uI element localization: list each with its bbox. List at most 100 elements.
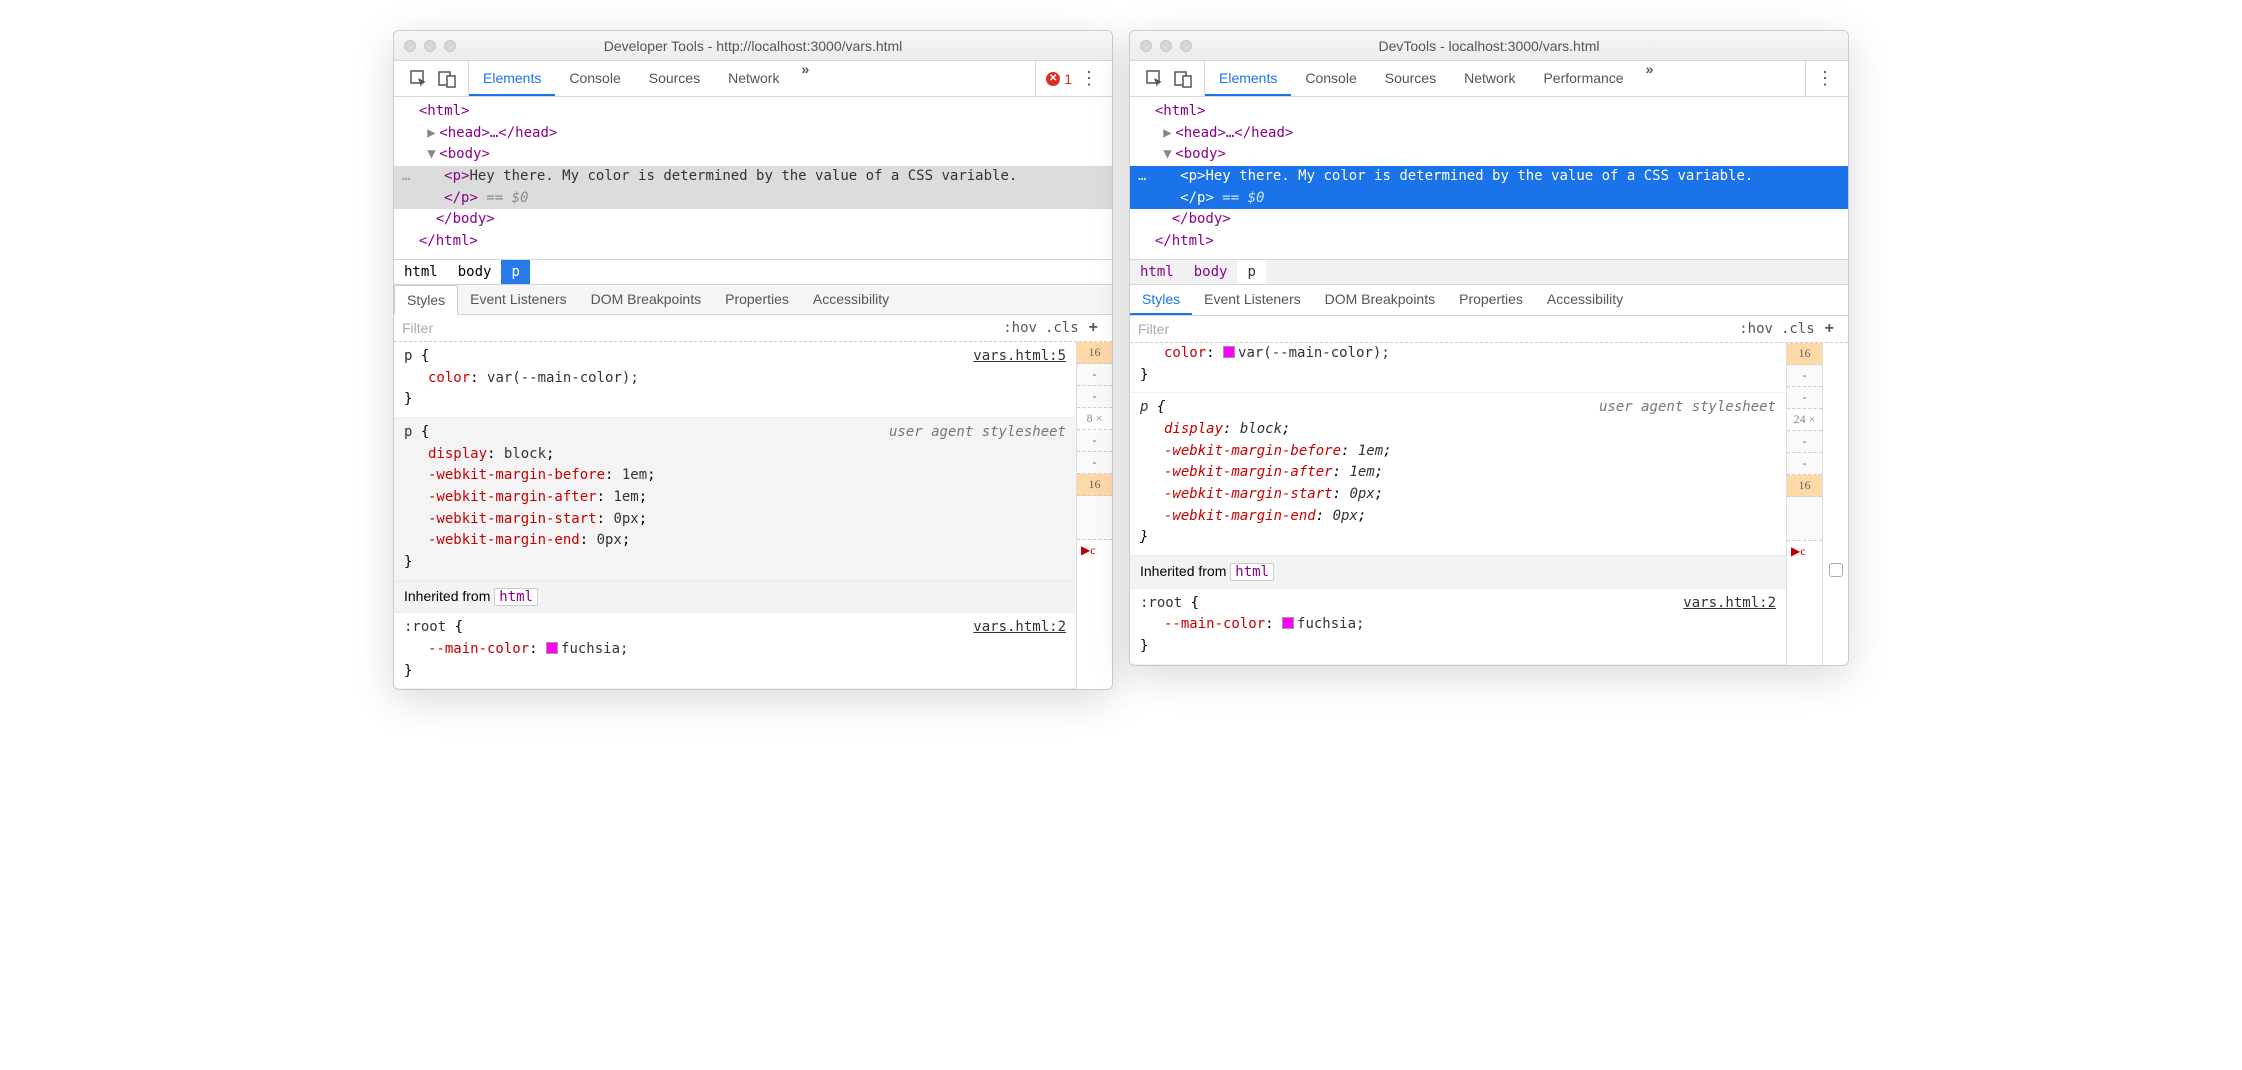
cls-toggle[interactable]: .cls [1041,320,1083,336]
styles-subtabs: Styles Event Listeners DOM Breakpoints P… [394,285,1112,315]
gutter-value: - [1077,364,1112,386]
zoom-light[interactable] [444,40,456,52]
breadcrumb: html body p [1130,259,1848,285]
source-link[interactable]: vars.html:2 [1683,593,1776,615]
gutter-value: - [1077,452,1112,474]
inherited-tag[interactable]: html [494,588,538,606]
titlebar: Developer Tools - http://localhost:3000/… [394,31,1112,61]
gutter-value: 16 [1787,343,1822,365]
minimize-light[interactable] [424,40,436,52]
inspect-icon[interactable] [1146,70,1164,88]
gutter-dims: 24 × [1787,409,1822,431]
tab-sources[interactable]: Sources [635,61,714,96]
subtab-properties[interactable]: Properties [713,285,801,314]
dom-p-selected[interactable]: … <p>Hey there. My color is determined b… [394,166,1112,188]
more-tabs-icon[interactable]: » [793,61,817,96]
style-rule-root[interactable]: vars.html:2 :root { --main-color: fuchsi… [394,613,1076,689]
style-rule-ua[interactable]: user agent stylesheet p { display: block… [394,418,1076,581]
filter-input[interactable] [402,320,999,336]
new-style-rule-icon[interactable]: + [1819,320,1840,338]
box-model-gutter: 16 - - 24 × - - 16 ▶ c [1786,343,1822,665]
device-toggle-icon[interactable] [1174,70,1192,88]
style-rule-root[interactable]: vars.html:2 :root { --main-color: fuchsi… [1130,589,1786,665]
dom-head[interactable]: ▶<head>…</head> [1130,123,1848,145]
inherited-tag[interactable]: html [1230,563,1274,581]
filter-input[interactable] [1138,321,1735,337]
checkbox-column [1822,343,1848,665]
main-toolbar: Elements Console Sources Network » ✕ 1 ⋮ [394,61,1112,97]
color-swatch-icon[interactable] [546,642,558,654]
subtab-styles[interactable]: Styles [1130,285,1192,315]
cls-toggle[interactable]: .cls [1777,321,1819,337]
subtab-accessibility[interactable]: Accessibility [801,285,901,314]
subtab-accessibility[interactable]: Accessibility [1535,285,1635,315]
more-tabs-icon[interactable]: » [1638,61,1662,96]
dom-html-close[interactable]: </html> [394,231,1112,253]
dom-body-close[interactable]: </body> [1130,209,1848,231]
crumb-p[interactable]: p [1237,260,1265,284]
dom-p-selected[interactable]: … <p>Hey there. My color is determined b… [1130,166,1848,188]
dom-tree[interactable]: <html> ▶<head>…</head> ▼<body> … <p>Hey … [1130,97,1848,259]
source-link[interactable]: vars.html:2 [973,617,1066,639]
hov-toggle[interactable]: :hov [1735,321,1777,337]
subtab-dom-breakpoints[interactable]: DOM Breakpoints [1313,285,1447,315]
subtab-properties[interactable]: Properties [1447,285,1535,315]
crumb-body[interactable]: body [1184,260,1238,284]
styles-subtabs: Styles Event Listeners DOM Breakpoints P… [1130,285,1848,316]
box-model-gutter: 16 - - 8 × - - 16 ▶ c [1076,342,1112,690]
gutter-play-icon[interactable]: ▶ c [1077,540,1112,562]
ua-stylesheet-label: user agent stylesheet [1599,397,1776,419]
subtab-event-listeners[interactable]: Event Listeners [458,285,579,314]
tab-performance[interactable]: Performance [1529,61,1637,96]
settings-menu-icon[interactable]: ⋮ [1080,68,1098,89]
crumb-body[interactable]: body [448,260,502,284]
dom-body-open[interactable]: ▼<body> [1130,144,1848,166]
inspect-icon[interactable] [410,70,428,88]
source-link[interactable]: vars.html:5 [973,346,1066,368]
subtab-styles[interactable]: Styles [394,285,458,315]
color-swatch-icon[interactable] [1223,346,1235,358]
titlebar: DevTools - localhost:3000/vars.html [1130,31,1848,61]
close-light[interactable] [404,40,416,52]
settings-menu-icon[interactable]: ⋮ [1816,68,1834,89]
gutter-play-icon[interactable]: ▶ c [1787,541,1822,563]
hov-toggle[interactable]: :hov [999,320,1041,336]
new-style-rule-icon[interactable]: + [1083,319,1104,337]
dom-html-open[interactable]: <html> [1130,101,1848,123]
dom-head[interactable]: ▶<head>…</head> [394,123,1112,145]
tab-console[interactable]: Console [1291,61,1370,96]
error-badge[interactable]: ✕ 1 [1046,71,1072,87]
gutter-spacer [1077,496,1112,540]
tab-sources[interactable]: Sources [1371,61,1450,96]
styles-body: color: var(--main-color); } user agent s… [1130,343,1848,665]
subtab-event-listeners[interactable]: Event Listeners [1192,285,1313,315]
ua-stylesheet-label: user agent stylesheet [889,422,1066,444]
dom-body-open[interactable]: ▼<body> [394,144,1112,166]
dom-html-close[interactable]: </html> [1130,231,1848,253]
crumb-p[interactable]: p [501,260,529,284]
tab-elements[interactable]: Elements [469,61,555,96]
minimize-light[interactable] [1160,40,1172,52]
crumb-html[interactable]: html [1130,260,1184,284]
style-rule-1[interactable]: vars.html:5 p { color: var(--main-color)… [394,342,1076,418]
color-swatch-icon[interactable] [1282,617,1294,629]
dom-html-open[interactable]: <html> [394,101,1112,123]
dom-p-close[interactable]: </p> == $0 [394,188,1112,210]
zoom-light[interactable] [1180,40,1192,52]
tab-network[interactable]: Network [1450,61,1529,96]
style-rule-ua[interactable]: user agent stylesheet p { display: block… [1130,393,1786,556]
crumb-html[interactable]: html [394,260,448,284]
tab-console[interactable]: Console [555,61,634,96]
tab-network[interactable]: Network [714,61,793,96]
styles-body: vars.html:5 p { color: var(--main-color)… [394,342,1112,690]
dom-tree[interactable]: <html> ▶<head>…</head> ▼<body> … <p>Hey … [394,97,1112,259]
dom-p-close[interactable]: </p> == $0 [1130,188,1848,210]
device-toggle-icon[interactable] [438,70,456,88]
gutter-value: 16 [1077,474,1112,496]
tab-elements[interactable]: Elements [1205,61,1291,96]
rule-checkbox[interactable] [1829,563,1843,577]
style-rule-fragment[interactable]: color: var(--main-color); } [1130,343,1786,393]
close-light[interactable] [1140,40,1152,52]
dom-body-close[interactable]: </body> [394,209,1112,231]
subtab-dom-breakpoints[interactable]: DOM Breakpoints [579,285,713,314]
